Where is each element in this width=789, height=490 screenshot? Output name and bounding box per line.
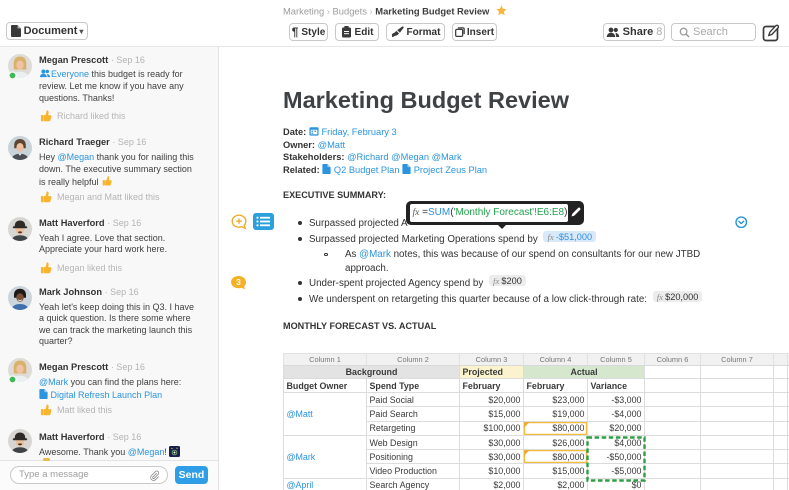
svg-text:3: 3 xyxy=(236,277,241,287)
